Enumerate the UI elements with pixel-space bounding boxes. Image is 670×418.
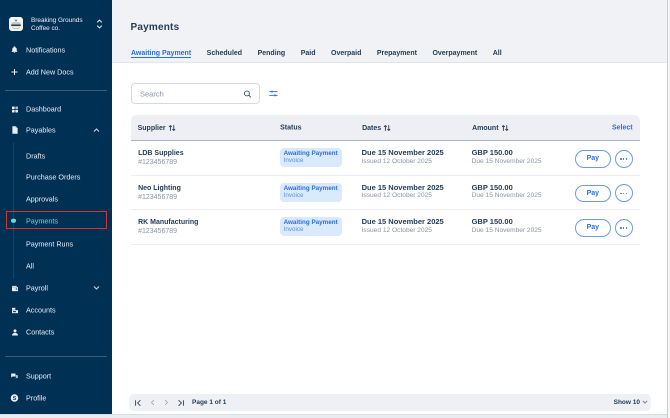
svg-text:S: S (13, 396, 17, 402)
